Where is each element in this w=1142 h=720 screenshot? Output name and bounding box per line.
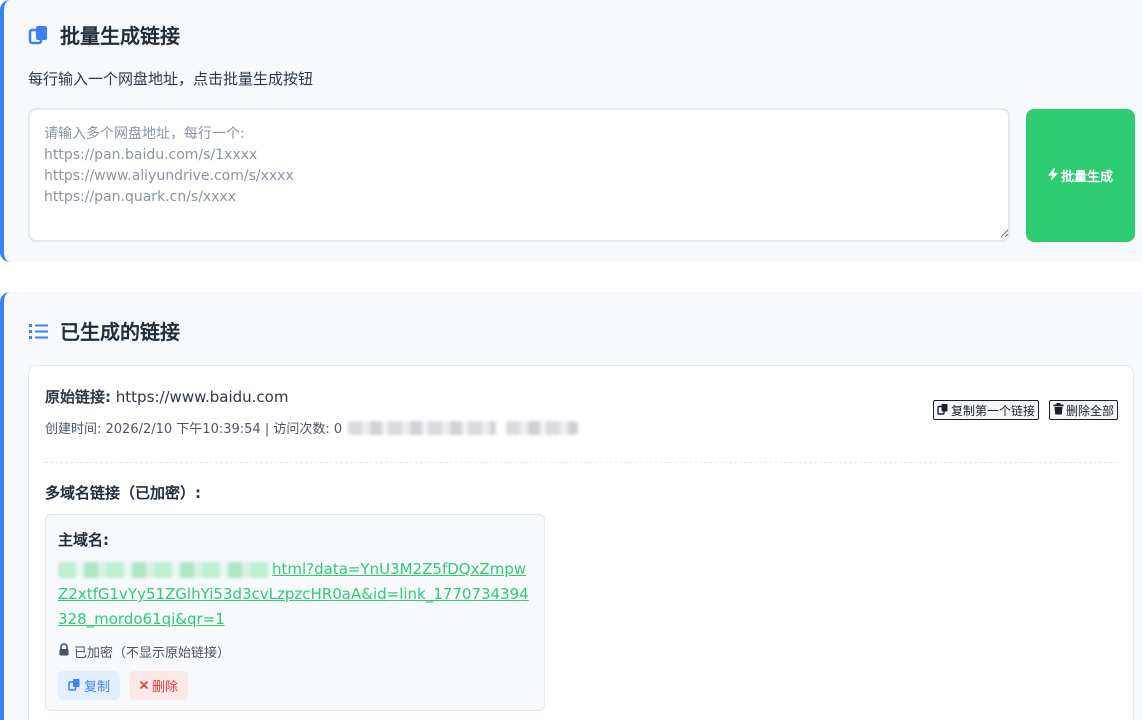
copy-icon [937,403,949,418]
redacted-block [348,420,497,435]
lock-icon [58,643,70,660]
trash-icon [1053,402,1064,418]
original-link: 原始链接: https://www.baidu.com [45,386,288,407]
original-link-label: 原始链接: [45,388,111,406]
resize-grip-icon[interactable] [1000,229,1009,238]
close-icon [139,678,149,693]
link-item: 原始链接: https://www.baidu.com 创建时间: 2026/2… [28,365,1134,720]
redacted-domain [58,561,272,578]
copy-icon [28,24,50,46]
copy-link-label: 复制 [84,679,111,694]
item-meta: 创建时间: 2026/2/10 下午10:39:54 | 访问次数: 0 [45,418,579,437]
batch-generate-label: 批量生成 [1060,169,1113,184]
encrypted-note: 已加密（不显示原始链接） [58,642,230,661]
copy-link-button[interactable]: 复制 [58,671,121,700]
link-row-actions: 复制 删除 [58,671,189,700]
multi-domain-title: 多域名链接（已加密）: [45,484,201,502]
list-title-text: 已生成的链接 [60,320,180,344]
delete-all-label: 删除全部 [1065,403,1114,418]
item-divider [45,462,1117,463]
copy-icon [68,678,81,694]
delete-link-label: 删除 [152,679,179,694]
main-domain-label: 主域名: [58,531,109,549]
batch-generate-button[interactable]: 批量生成 [1026,109,1135,242]
copy-first-link-button[interactable]: 复制第一个链接 [932,400,1039,420]
encrypted-note-text: 已加密（不显示原始链接） [74,646,231,661]
item-actions: 复制第一个链接 删除全部 [932,400,1118,420]
list-title: 已生成的链接 [28,316,180,345]
encrypted-link[interactable]: html?data=YnU3M2Z5fDQxZmpwZ2xtfG1vYy51ZG… [58,557,536,632]
item-meta-text: 创建时间: 2026/2/10 下午10:39:54 | 访问次数: 0 [45,422,343,437]
batch-generate-card: 批量生成链接 每行输入一个网盘地址，点击批量生成按钮 请输入多个网盘地址，每行一… [0,0,1142,262]
copy-first-link-label: 复制第一个链接 [950,403,1035,418]
bolt-icon [1047,167,1058,184]
generated-links-card: 已生成的链接 原始链接: https://www.baidu.com 创建时间:… [0,292,1142,720]
delete-all-button[interactable]: 删除全部 [1048,400,1118,420]
batch-url-textarea[interactable]: 请输入多个网盘地址，每行一个: https://pan.baidu.com/s/… [28,108,1010,242]
redacted-block [506,420,579,435]
batch-subtitle: 每行输入一个网盘地址，点击批量生成按钮 [28,70,314,88]
batch-title-text: 批量生成链接 [60,24,180,48]
original-link-url: https://www.baidu.com [115,388,289,406]
delete-link-button[interactable]: 删除 [129,671,189,700]
list-icon [28,320,50,342]
batch-title: 批量生成链接 [28,20,180,49]
main-domain-box: 主域名: html?data=YnU3M2Z5fDQxZmpwZ2xtfG1vY… [45,514,545,711]
